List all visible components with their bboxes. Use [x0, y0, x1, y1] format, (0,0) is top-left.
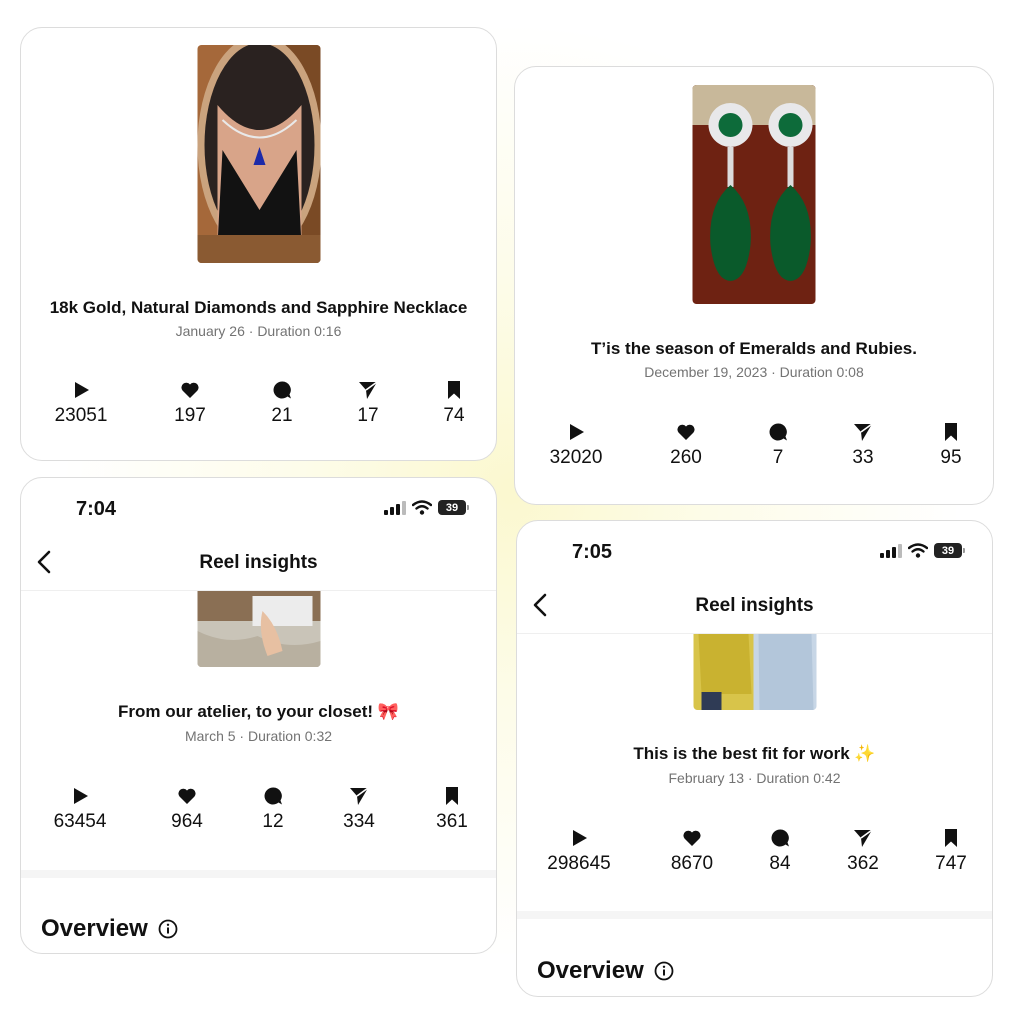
saves-count: 361 [436, 811, 468, 832]
save-icon [945, 423, 957, 441]
reel-stats: 63454 964 12 334 361 [21, 786, 496, 846]
comment-icon [273, 381, 291, 399]
plays-stat: 23051 [26, 380, 136, 427]
saves-stat: 74 [399, 380, 496, 427]
plays-stat: 63454 [25, 786, 135, 833]
signal-icon [880, 543, 902, 558]
saves-stat: 747 [896, 828, 992, 875]
battery-icon: 39 [934, 543, 965, 558]
reel-insights-screen: 7:04 39 Reel insights From our atelier, … [20, 477, 497, 954]
play-icon [74, 788, 88, 804]
save-icon [945, 829, 957, 847]
play-icon [570, 424, 584, 440]
signal-icon [384, 500, 406, 515]
header-bar: Reel insights [517, 579, 992, 634]
reel-card: 18k Gold, Natural Diamonds and Sapphire … [20, 27, 497, 461]
status-icons: 39 [384, 500, 469, 515]
reel-stats: 298645 8670 84 362 747 [517, 828, 992, 888]
reel-title: This is the best fit for work ✨ [633, 744, 876, 763]
heart-icon [677, 424, 695, 440]
reel-meta: January 26 · Duration 0:16 [175, 323, 342, 339]
status-time: 7:04 [76, 498, 117, 520]
wifi-icon [908, 543, 928, 558]
comment-icon [264, 787, 282, 805]
reel-thumbnail[interactable] [197, 45, 320, 263]
battery-icon: 39 [438, 500, 469, 515]
header-bar: Reel insights [21, 536, 496, 591]
overview-label: Overview [41, 915, 148, 942]
overview-label: Overview [537, 957, 644, 984]
reel-title: From our atelier, to your closet! 🎀 [118, 702, 399, 721]
plays-stat: 298645 [524, 828, 634, 875]
plays-count: 63454 [53, 811, 107, 832]
section-divider [21, 870, 496, 878]
play-icon [75, 382, 89, 398]
play-icon [573, 830, 587, 846]
save-icon [448, 381, 460, 399]
reel-meta: February 13 · Duration 0:42 [668, 770, 841, 786]
battery-level: 39 [941, 544, 955, 557]
comment-icon [769, 423, 787, 441]
plays-count: 32020 [549, 447, 603, 468]
info-icon[interactable] [158, 919, 178, 939]
page-title: Reel insights [199, 552, 318, 573]
reel-stats: 23051 197 21 17 74 [21, 380, 496, 440]
save-icon [446, 787, 458, 805]
status-bar: 7:04 39 [21, 498, 496, 532]
reel-thumbnail[interactable] [692, 85, 816, 304]
saves-stat: 95 [896, 422, 993, 469]
heart-icon [178, 788, 196, 804]
plays-count: 298645 [547, 853, 611, 874]
plays-count: 23051 [54, 405, 108, 426]
comment-icon [771, 829, 789, 847]
reel-insights-screen: 7:05 39 Reel insights This is the best f… [516, 520, 993, 997]
saves-count: 95 [940, 447, 962, 468]
reel-title: T’is the season of Emeralds and Rubies. [591, 339, 917, 358]
battery-level: 39 [445, 501, 459, 514]
overview-heading: Overview [41, 915, 178, 943]
share-icon [350, 787, 369, 805]
plays-stat: 32020 [521, 422, 631, 469]
section-divider [517, 911, 992, 919]
share-icon [854, 829, 873, 847]
saves-stat: 361 [397, 786, 496, 833]
wifi-icon [412, 500, 432, 515]
reel-meta: December 19, 2023 · Duration 0:08 [644, 364, 864, 380]
reel-thumbnail[interactable] [197, 591, 320, 667]
status-bar: 7:05 39 [517, 541, 992, 575]
reel-thumbnail[interactable] [693, 634, 816, 710]
info-icon[interactable] [654, 961, 674, 981]
saves-count: 747 [935, 853, 967, 874]
reel-meta: March 5 · Duration 0:32 [184, 728, 333, 744]
page-title: Reel insights [695, 595, 814, 616]
heart-icon [683, 830, 701, 846]
status-icons: 39 [880, 543, 965, 558]
share-icon [359, 381, 378, 399]
reel-stats: 32020 260 7 33 95 [515, 422, 993, 482]
reel-title: 18k Gold, Natural Diamonds and Sapphire … [49, 298, 468, 317]
saves-count: 74 [443, 405, 465, 426]
heart-icon [181, 382, 199, 398]
share-icon [854, 423, 873, 441]
overview-heading: Overview [537, 957, 674, 985]
status-time: 7:05 [572, 541, 613, 563]
reel-card: T’is the season of Emeralds and Rubies. … [514, 66, 994, 505]
